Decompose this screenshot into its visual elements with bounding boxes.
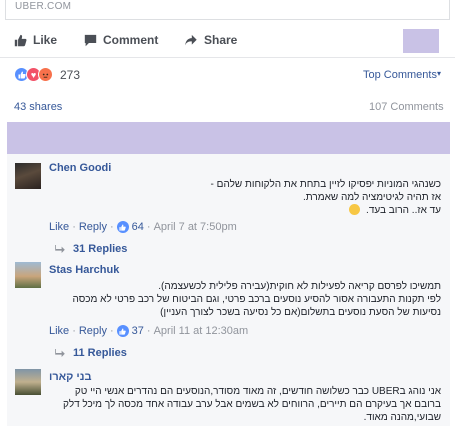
comments-section: Chen Goodi כשנהגי המוניות יפסיקו לזיין ב… [7,154,450,426]
redacted-area [403,29,439,53]
view-replies-link[interactable]: 11 Replies [55,347,127,359]
share-button[interactable]: Share [184,33,237,47]
comment-meta: Like · Reply · 37 · April 11 at 12:30am [49,325,248,337]
separator-dot: · [146,325,151,337]
comment-like-link[interactable]: Like [49,221,69,233]
comment-line: תמשיכו לפרסם קריאה לפעילות לא חוקית(עביר… [158,281,441,292]
comment-like-count[interactable]: 37 [132,325,144,337]
comment-author[interactable]: Chen Goodi [49,162,111,174]
comment-like-count[interactable]: 64 [132,221,144,233]
like-button[interactable]: Like [14,33,57,47]
comment-line: ברובם אך בעיקרם הם תיירים, הרווחים לא בש… [63,399,441,410]
comments-count-link[interactable]: 107 Comments [369,101,444,113]
reaction-count[interactable]: 273 [60,68,80,82]
comment-timestamp[interactable]: April 7 at 7:50pm [154,221,237,233]
comment-meta: Like · Reply · 64 · April 7 at 7:50pm [49,221,237,233]
comment-author[interactable]: Stas Harchuk [49,264,119,276]
top-comments-label: Top Comments [363,69,437,81]
comment-like-link[interactable]: Like [49,325,69,337]
comment-author[interactable]: בני קארו [49,371,92,383]
comment-line: לפי תקנות התעבורה אסור להסיע נוסעים ברכב… [72,294,441,305]
share-label: Share [204,33,238,47]
comment-line-text: עד אז.. הרוב בעד. [366,205,441,216]
comment-line: כשנהגי המוניות יפסיקו לזיין בתחת את הלקו… [210,179,441,190]
reactions-row: ♥ 273 Top Comments▾ [0,62,455,88]
comment-text: אני נוהג בUBER כבר כשלושה חודשים, זה מאו… [49,385,441,424]
comment-line: שבועי,מהנה מאוד. [363,412,441,423]
like-count-icon [116,221,129,233]
thumbs-up-icon [14,34,27,46]
view-replies-link[interactable]: 31 Replies [55,243,127,255]
comment-line: אני נוהג בUBER כבר כשלושה חודשים, זה מאו… [74,386,441,397]
reply-arrow-icon [55,245,65,253]
angry-icon [38,67,53,82]
comment-reply-link[interactable]: Reply [79,325,107,337]
comment-text: תמשיכו לפרסם קריאה לפעילות לא חוקית(עביר… [49,280,441,319]
separator-dot: · [72,221,76,233]
reaction-icons[interactable]: ♥ [14,67,53,82]
separator-dot: · [72,325,76,337]
comment-text: כשנהגי המוניות יפסיקו לזיין בתחת את הלקו… [49,178,441,217]
avatar[interactable] [15,369,41,395]
link-domain: UBER.COM [15,1,72,12]
comment-bubble-icon [84,34,97,46]
redacted-bar [7,122,450,154]
separator-dot: · [109,221,114,233]
comment-label: Comment [103,33,159,47]
avatar[interactable] [15,163,41,189]
like-label: Like [33,33,58,47]
link-preview[interactable]: UBER.COM [5,0,450,20]
replies-count: 11 Replies [73,347,127,359]
smiley-emoji-icon [349,204,361,215]
share-arrow-icon [185,34,197,45]
reply-arrow-icon [55,349,65,357]
comment-reply-link[interactable]: Reply [79,221,107,233]
comment-line: נסיעות של הסעת נוסעים בתשלום(אם כל נסיעה… [160,307,441,318]
stats-row: 43 shares 107 Comments [0,96,455,118]
like-count-icon [116,325,129,337]
comment-timestamp[interactable]: April 11 at 12:30am [154,325,249,337]
caret-down-icon: ▾ [436,69,441,78]
comment-button[interactable]: Comment [84,33,158,47]
comment-line: עד אז.. הרוב בעד. [49,204,441,217]
separator-dot: · [146,221,151,233]
avatar[interactable] [15,262,41,288]
separator-dot: · [109,325,114,337]
top-comments-dropdown[interactable]: Top Comments▾ [363,69,441,81]
comment-line: אז תהיה לגיטימציה למה שאמרת. [303,192,441,203]
replies-count: 31 Replies [73,243,128,255]
post-action-bar: Like Comment Share [0,24,455,58]
shares-link[interactable]: 43 shares [14,101,62,113]
